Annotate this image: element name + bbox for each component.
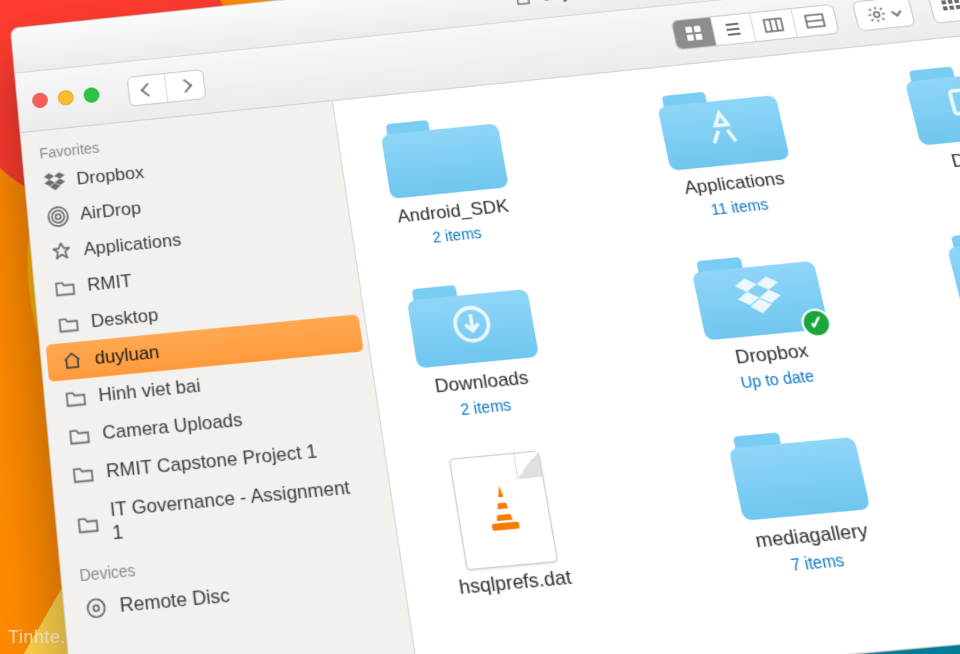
sidebar-item-label: Dropbox [76, 162, 145, 189]
folder-icon [379, 109, 510, 203]
folder-item-downloads[interactable]: Downloads 2 items [372, 271, 582, 426]
close-window-button[interactable] [32, 92, 49, 108]
chevron-down-icon [891, 7, 902, 17]
folder-icon [654, 81, 791, 175]
back-button[interactable] [128, 73, 168, 105]
folder-icon [75, 514, 101, 535]
file-icon [449, 450, 558, 570]
vlc-cone-icon [478, 478, 529, 541]
finder-window: duyluan [10, 0, 960, 654]
desktop-glyph-icon [944, 83, 960, 132]
item-name: Desktop [949, 145, 960, 173]
list-view-button[interactable] [711, 13, 756, 45]
folder-icon [901, 55, 960, 149]
sidebar-item-label: Desktop [90, 305, 159, 333]
folder-icon [725, 421, 872, 526]
nav-back-forward [126, 69, 206, 107]
item-name: hsqlprefs.dat [458, 566, 574, 600]
sidebar-item-label: duyluan [94, 342, 161, 370]
home-icon [59, 350, 85, 372]
minimize-window-button[interactable] [57, 90, 74, 106]
item-meta: 7 items [789, 550, 846, 574]
dropbox-icon [42, 171, 67, 192]
column-view-button[interactable] [750, 9, 798, 41]
arrange-menu-button[interactable] [927, 0, 960, 23]
item-name: mediagallery [753, 519, 870, 553]
airdrop-icon [46, 205, 71, 228]
folder-icon [405, 274, 540, 373]
sync-ok-badge: ✓ [799, 307, 835, 339]
home-icon [511, 0, 535, 8]
folder-icon: ✓ [689, 246, 830, 345]
sidebar-item-label: RMIT [86, 271, 133, 297]
folder-item-desktop[interactable]: Desktop No items [901, 55, 960, 196]
item-meta: 11 items [709, 196, 769, 219]
item-meta: 2 items [459, 396, 512, 419]
folder-item-dropbox[interactable]: ✓ Dropbox Up to date [656, 242, 876, 397]
download-glyph-icon [449, 302, 497, 355]
folder-icon [63, 388, 89, 408]
app-glyph-icon [696, 105, 750, 160]
content-area[interactable]: Android_SDK 2 items Applications 11 item… [333, 18, 960, 654]
item-name: Applications [682, 168, 786, 199]
sidebar-item-label: Applications [83, 230, 183, 261]
folder-icon [53, 278, 78, 297]
folder-icon [70, 464, 96, 484]
item-meta: Up to date [739, 367, 816, 392]
coverflow-view-button[interactable] [791, 4, 838, 36]
sidebar-item-label: Hinh viet bai [97, 375, 201, 407]
folder-icon [67, 426, 93, 446]
folder-item-dw[interactable]: dw No [943, 220, 960, 369]
applications-icon [49, 240, 74, 263]
sidebar-item-label: Camera Uploads [101, 409, 244, 445]
icon-view-button[interactable] [672, 17, 717, 49]
item-meta: 2 items [431, 224, 483, 246]
folder-icon [943, 220, 960, 319]
file-item-hsqlprefs[interactable]: hsqlprefs.dat [398, 446, 616, 609]
zoom-window-button[interactable] [83, 87, 100, 103]
sidebar-item-label: AirDrop [79, 198, 142, 225]
item-name: Downloads [433, 367, 530, 398]
view-switcher [671, 3, 840, 50]
dropbox-glyph-icon [733, 275, 788, 326]
folder-item-applications[interactable]: Applications 11 items [622, 77, 834, 224]
sidebar-item-label: Remote Disc [119, 584, 232, 618]
folder-icon [56, 314, 81, 334]
folder-item-mediagallery[interactable]: mediagallery 7 items [691, 418, 919, 581]
item-name: Dropbox [733, 340, 810, 369]
disc-icon [83, 595, 110, 621]
window-title: duyluan [540, 0, 606, 5]
action-menu-button[interactable] [852, 0, 916, 31]
folder-item-android-sdk[interactable]: Android_SDK 2 items [347, 106, 550, 253]
forward-button[interactable] [165, 70, 206, 102]
